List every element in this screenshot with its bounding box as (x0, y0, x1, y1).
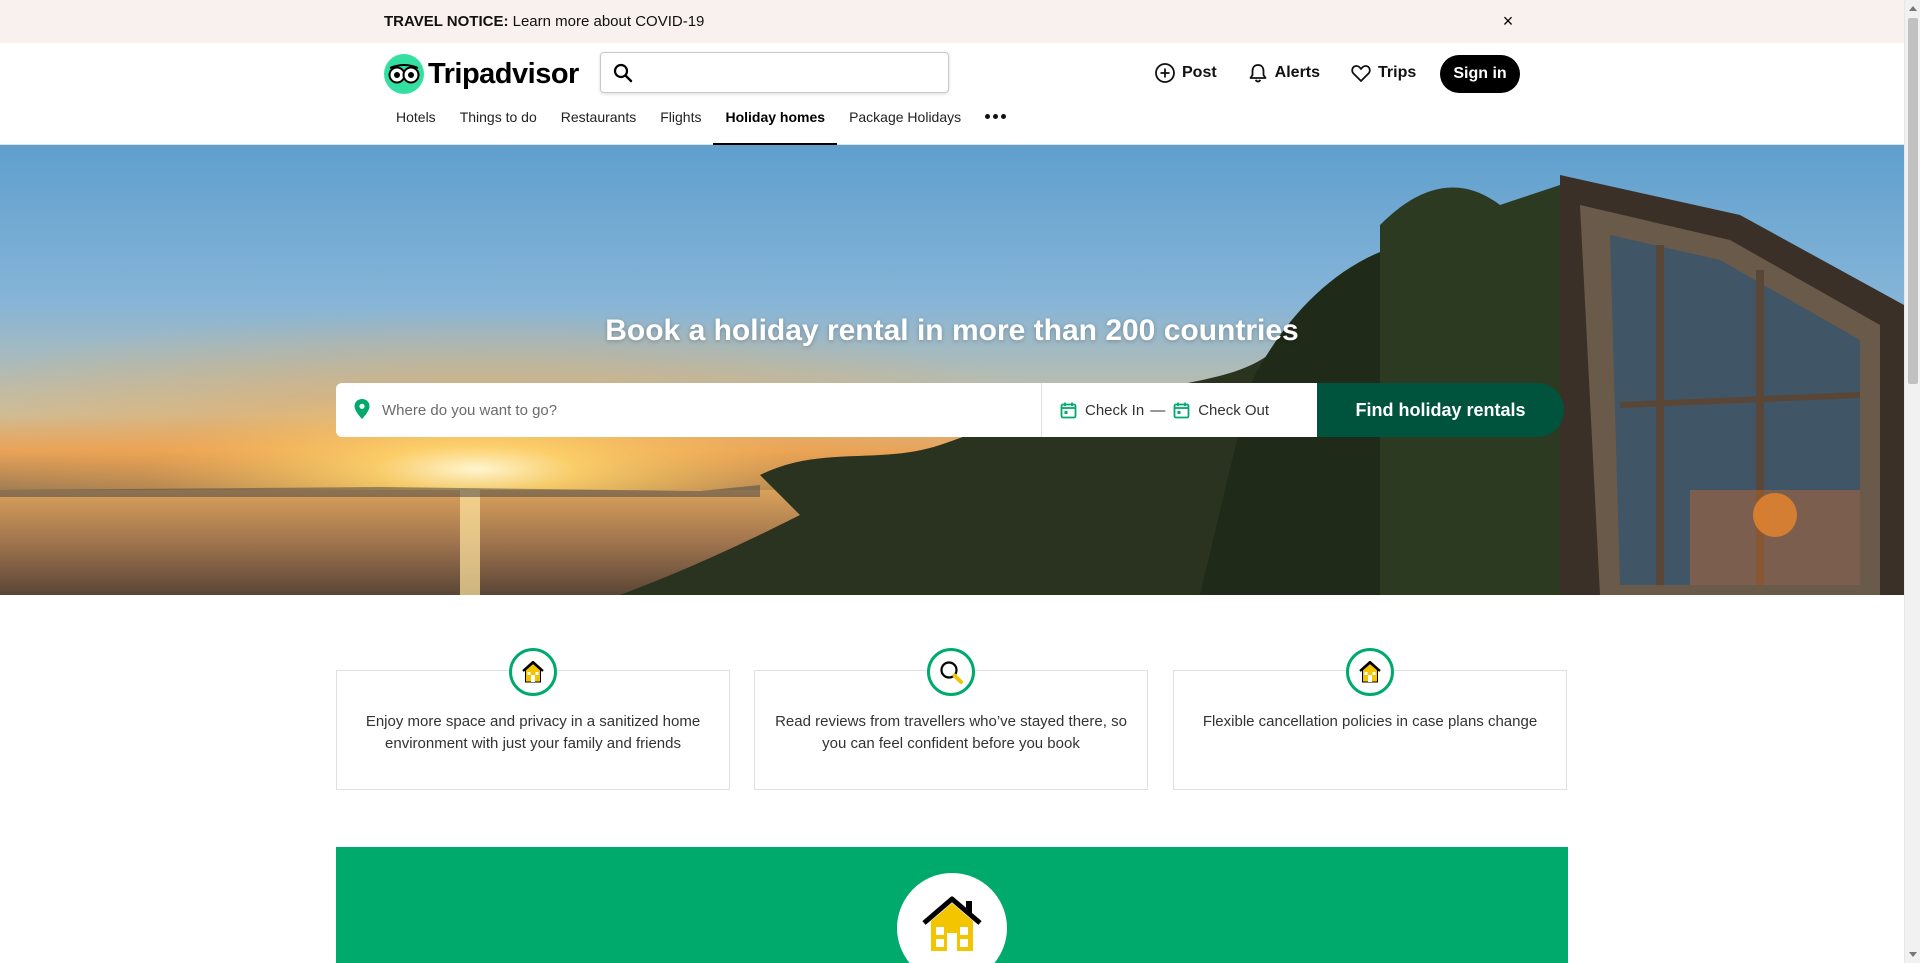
check-out-label: Check Out (1198, 401, 1270, 419)
more-dots-icon[interactable] (973, 105, 1021, 145)
top-search-input[interactable] (645, 59, 935, 87)
owl-logo-icon (384, 54, 424, 94)
trips-label: Trips (1378, 64, 1417, 81)
date-separator: — (1150, 401, 1166, 419)
post-label: Post (1182, 64, 1217, 81)
sign-in-button[interactable]: Sign in (1440, 55, 1520, 93)
heart-icon (1351, 65, 1371, 82)
house-icon (509, 648, 557, 696)
hero-banner: Book a holiday rental in more than 200 c… (0, 145, 1904, 595)
post-button[interactable]: Post (1154, 62, 1217, 84)
page: TRAVEL NOTICE: Learn more about COVID-19… (0, 0, 1920, 963)
nav-item-things-to-do[interactable]: Things to do (448, 105, 549, 145)
feature-text: Flexible cancellation policies in case p… (1202, 713, 1538, 730)
travel-notice-label: TRAVEL NOTICE: (384, 13, 509, 30)
scroll-up-arrow-icon[interactable] (1909, 6, 1917, 11)
site-header: Tripadvisor Post Alerts Trips Sign in Ho… (0, 43, 1904, 145)
hero-background-image (0, 145, 1904, 595)
house-icon (897, 873, 1007, 963)
alerts-button[interactable]: Alerts (1247, 62, 1320, 84)
page-scrollbar[interactable] (1904, 0, 1920, 963)
header-actions: Post Alerts Trips (1154, 53, 1446, 93)
bell-icon (1249, 64, 1267, 83)
close-icon[interactable]: × (1498, 11, 1518, 31)
feature-text: Enjoy more space and privacy in a saniti… (365, 713, 701, 752)
feature-section: Enjoy more space and privacy in a saniti… (336, 648, 1568, 790)
nav-item-flights[interactable]: Flights (648, 105, 713, 145)
rental-search-form: Check In — Check Out Find holiday rental… (336, 383, 1564, 437)
magnifier-icon (927, 648, 975, 696)
plus-circle-icon (1155, 63, 1175, 83)
nav-item-restaurants[interactable]: Restaurants (549, 105, 648, 145)
check-in-field[interactable]: Check In (1060, 402, 1144, 419)
tripadvisor-logo[interactable]: Tripadvisor (384, 53, 579, 95)
hero-title: Book a holiday rental in more than 200 c… (605, 314, 1299, 347)
check-in-label: Check In (1085, 401, 1145, 419)
calendar-icon (1173, 402, 1190, 418)
holiday-homes-banner (336, 847, 1568, 963)
search-icon (613, 63, 633, 88)
nav-item-holiday-homes[interactable]: Holiday homes (713, 105, 837, 145)
scroll-thumb[interactable] (1908, 18, 1918, 384)
travel-notice-link[interactable]: TRAVEL NOTICE: Learn more about COVID-19 (384, 13, 704, 30)
calendar-icon (1060, 402, 1077, 418)
travel-notice-text: Learn more about COVID-19 (508, 13, 705, 30)
check-out-field[interactable]: Check Out (1173, 402, 1269, 419)
house-icon (1346, 648, 1394, 696)
nav-item-hotels[interactable]: Hotels (384, 105, 448, 145)
scroll-down-arrow-icon[interactable] (1909, 952, 1917, 957)
map-pin-icon (354, 399, 370, 424)
top-search-box[interactable] (600, 52, 949, 93)
destination-input[interactable] (380, 396, 980, 424)
trips-button[interactable]: Trips (1350, 62, 1416, 84)
find-holiday-rentals-button[interactable]: Find holiday rentals (1317, 383, 1564, 437)
destination-field[interactable] (336, 383, 1042, 437)
feature-text: Read reviews from travellers who’ve stay… (775, 713, 1127, 752)
travel-notice-bar: TRAVEL NOTICE: Learn more about COVID-19… (0, 0, 1904, 43)
logo-wordmark: Tripadvisor (428, 57, 579, 90)
main-nav: Hotels Things to do Restaurants Flights … (384, 105, 1021, 145)
alerts-label: Alerts (1274, 64, 1321, 81)
nav-item-package-holidays[interactable]: Package Holidays (837, 105, 973, 145)
date-range-field: Check In — Check Out (1042, 383, 1317, 437)
